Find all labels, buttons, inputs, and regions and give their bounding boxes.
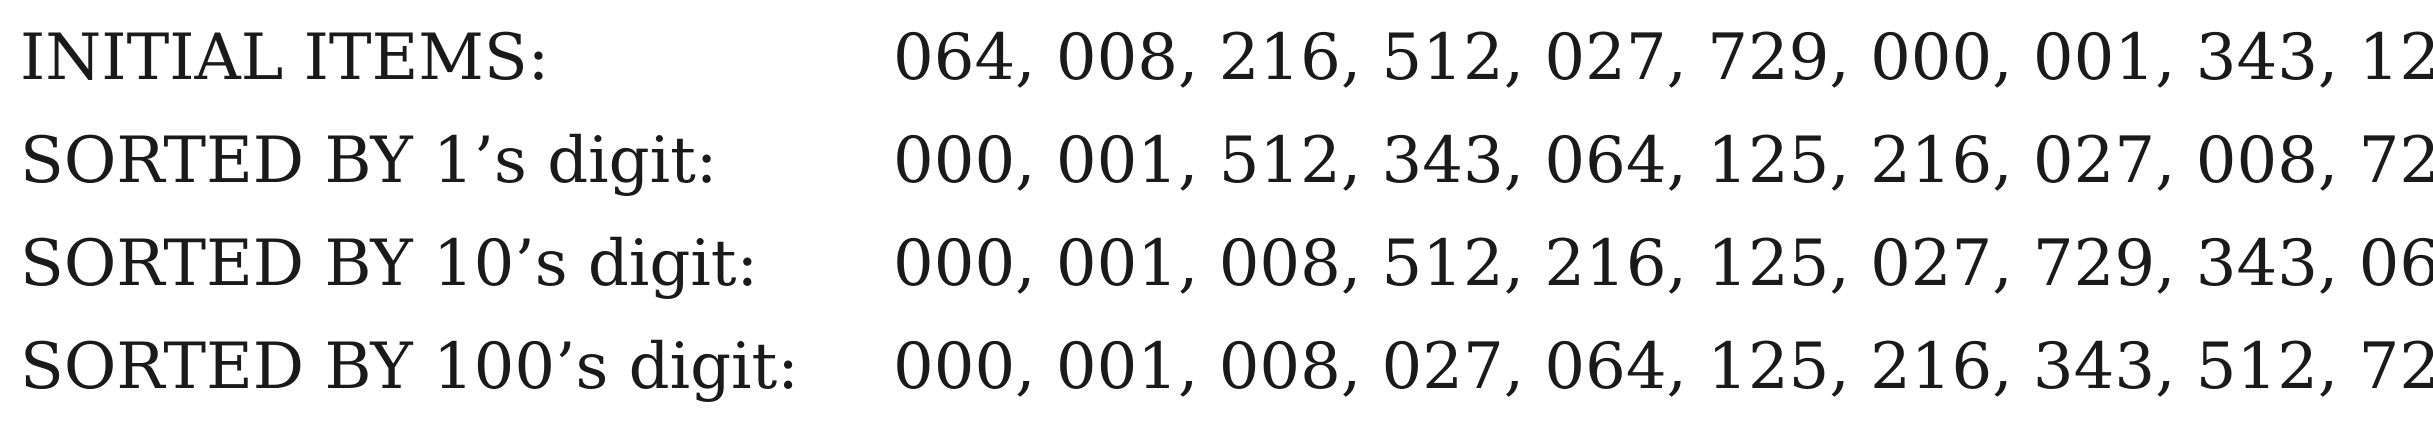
row-sorted-hundreds: SORTED BY 100’s digit: 000, 001, 008, 02…	[0, 317, 2433, 417]
row-values: 000, 001, 008, 512, 216, 125, 027, 729, …	[893, 227, 2433, 301]
row-label: SORTED BY 1’s digit:	[20, 124, 718, 198]
row-label: SORTED BY 100’s digit:	[20, 330, 799, 404]
row-label: SORTED BY 10’s digit:	[20, 227, 759, 301]
row-values: 064, 008, 216, 512, 027, 729, 000, 001, …	[893, 21, 2433, 95]
row-label: INITIAL ITEMS:	[20, 21, 550, 95]
row-values: 000, 001, 008, 027, 064, 125, 216, 343, …	[893, 330, 2433, 404]
radix-sort-table: INITIAL ITEMS: 064, 008, 216, 512, 027, …	[0, 0, 2433, 446]
row-sorted-ones: SORTED BY 1’s digit: 000, 001, 512, 343,…	[0, 111, 2433, 211]
row-sorted-tens: SORTED BY 10’s digit: 000, 001, 008, 512…	[0, 214, 2433, 314]
row-initial-items: INITIAL ITEMS: 064, 008, 216, 512, 027, …	[0, 8, 2433, 108]
row-values: 000, 001, 512, 343, 064, 125, 216, 027, …	[893, 124, 2433, 198]
